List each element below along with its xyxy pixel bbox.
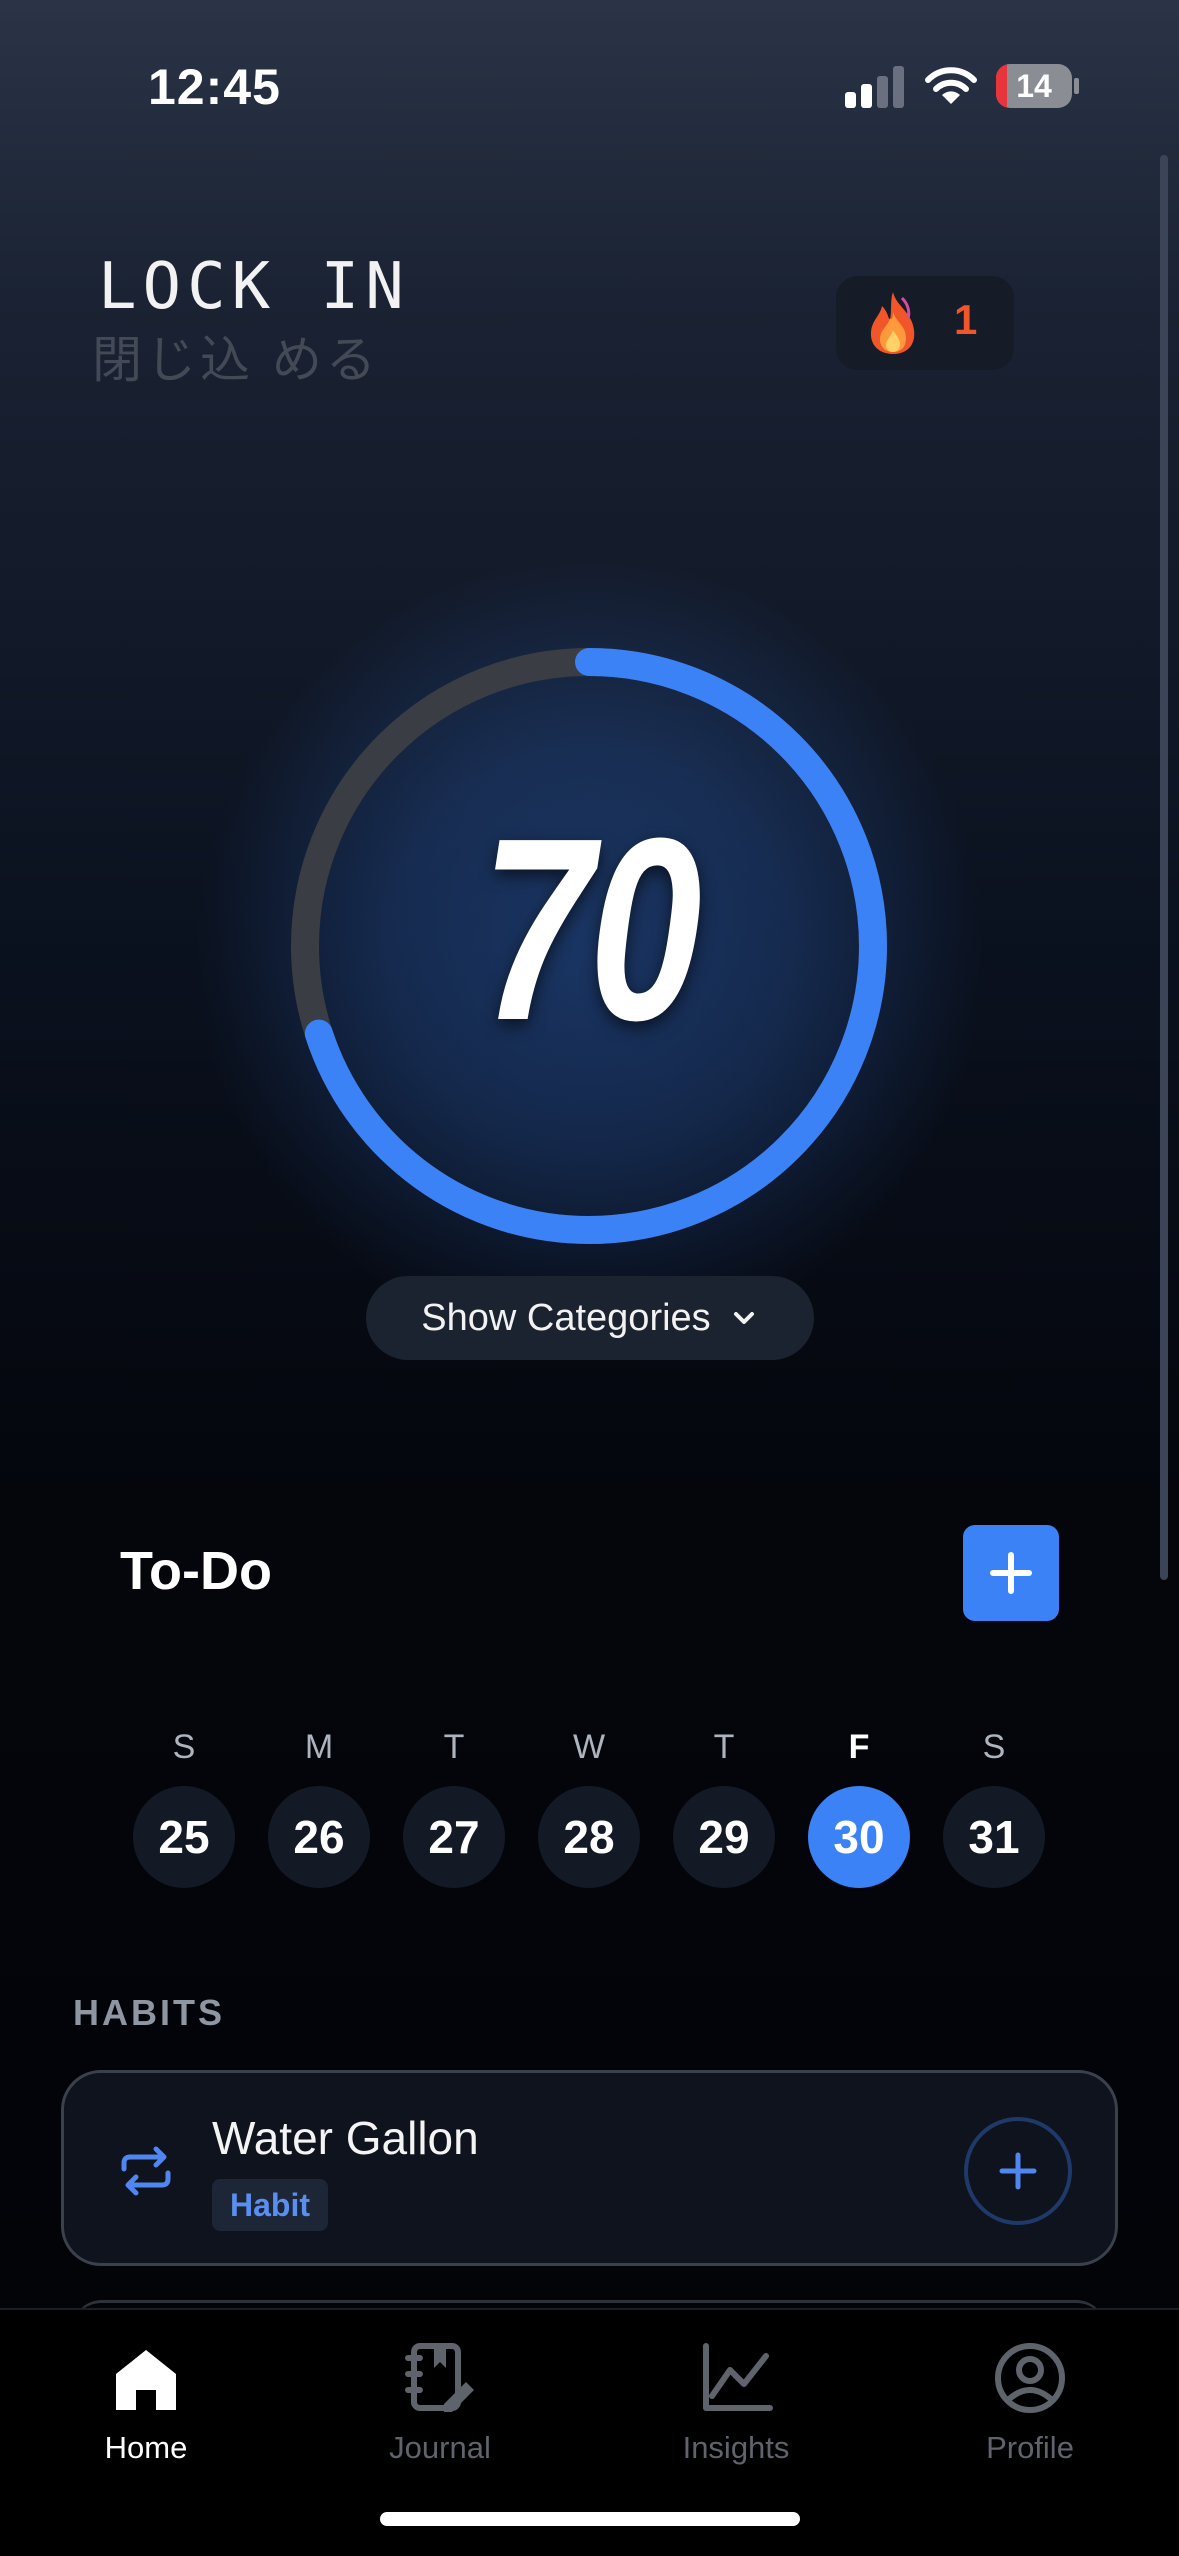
date-30-selected[interactable]: 30	[808, 1786, 910, 1888]
show-categories-label: Show Categories	[421, 1296, 711, 1339]
habit-tag: Habit	[212, 2179, 328, 2231]
app-title: LOCK IN	[98, 250, 410, 324]
streak-count: 1	[954, 296, 978, 343]
home-indicator[interactable]	[380, 2512, 800, 2526]
habit-name: Water Gallon	[212, 2112, 479, 2164]
add-todo-button[interactable]	[963, 1525, 1059, 1621]
streak-badge[interactable]: 1	[836, 276, 1014, 370]
repeat-icon	[121, 2146, 171, 2196]
weekday-label: F	[848, 1728, 870, 1766]
weekday-label: M	[304, 1728, 334, 1766]
chevron-down-icon	[733, 1312, 754, 1324]
tab-journal[interactable]: Journal	[340, 2338, 540, 2466]
scrollbar[interactable]	[1160, 155, 1168, 1580]
date-26[interactable]: 26	[268, 1786, 370, 1888]
date-27[interactable]: 27	[403, 1786, 505, 1888]
date-31[interactable]: 31	[943, 1786, 1045, 1888]
wifi-icon	[925, 67, 977, 104]
habit-add-button[interactable]	[964, 2117, 1072, 2225]
habit-card[interactable]: Water Gallon Habit	[61, 2070, 1118, 2266]
weekday-label: S	[982, 1728, 1006, 1766]
app-subtitle: 閉じ込 める	[92, 332, 380, 388]
score-value: 70	[480, 785, 702, 1075]
tab-insights[interactable]: Insights	[636, 2338, 836, 2466]
plus-icon	[999, 2152, 1037, 2190]
tab-journal-label: Journal	[389, 2430, 491, 2465]
tab-insights-label: Insights	[682, 2430, 790, 2465]
tab-home-label: Home	[104, 2430, 188, 2465]
show-categories-button[interactable]: Show Categories	[366, 1276, 814, 1360]
tab-home[interactable]: Home	[46, 2338, 246, 2466]
tab-profile-label: Profile	[986, 2430, 1074, 2465]
battery-icon: 14	[996, 64, 1079, 108]
habits-heading: HABITS	[73, 1992, 225, 2033]
chart-icon	[703, 2343, 773, 2411]
cellular-signal-icon	[845, 66, 905, 108]
date-28[interactable]: 28	[538, 1786, 640, 1888]
weekday-label: W	[572, 1728, 606, 1766]
tab-profile[interactable]: Profile	[930, 2338, 1130, 2466]
battery-percent: 14	[1016, 68, 1052, 104]
home-icon	[116, 2350, 176, 2410]
status-time: 12:45	[148, 59, 281, 115]
profile-icon	[995, 2343, 1065, 2413]
weekday-label: S	[172, 1728, 196, 1766]
weekday-label: T	[443, 1728, 465, 1766]
journal-icon	[405, 2343, 474, 2412]
flame-icon	[870, 292, 915, 354]
weekday-label: T	[713, 1728, 735, 1766]
date-29[interactable]: 29	[673, 1786, 775, 1888]
todo-title: To-Do	[120, 1541, 272, 1601]
date-25[interactable]: 25	[133, 1786, 235, 1888]
plus-icon	[990, 1552, 1032, 1594]
